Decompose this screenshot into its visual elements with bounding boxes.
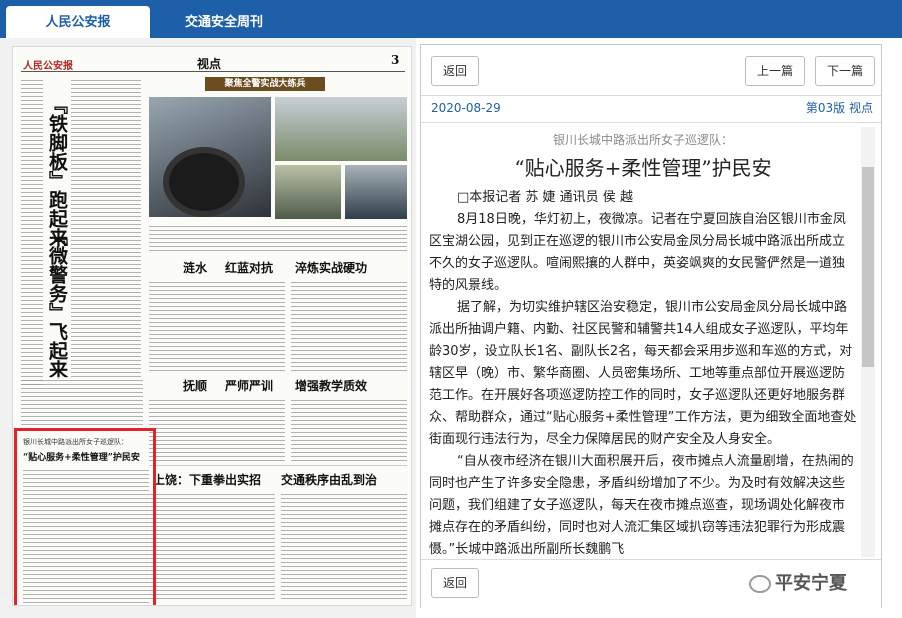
scrollbar-thumb[interactable] bbox=[862, 167, 874, 367]
box-headline: “贴心服务+柔性管理”护民安 bbox=[23, 453, 140, 463]
newspaper-masthead: 人民公安报 bbox=[23, 61, 73, 72]
side-article-text[interactable] bbox=[71, 77, 141, 377]
box-article-text bbox=[23, 467, 149, 605]
newspaper-page[interactable]: 人民公安报 视点 3 『铁脚板』跑起来 『微警务』飞起来 聚焦全警实战大练兵 涟… bbox=[12, 46, 412, 606]
wechat-icon bbox=[749, 575, 771, 593]
box-kicker: 银川长城中路派出所女子巡逻队： bbox=[23, 438, 128, 446]
row-3-rule bbox=[149, 465, 407, 466]
top-tab-bar: 人民公安报 交通安全周刊 bbox=[0, 0, 902, 38]
headline-2-part-1[interactable]: 严师严训 bbox=[225, 377, 273, 394]
headline-3-right[interactable]: 交通秩序由乱到治 bbox=[281, 471, 377, 488]
watermark-text: 平安宁夏 bbox=[775, 573, 847, 594]
side-headline-1[interactable]: 『铁脚板』跑起来 bbox=[45, 95, 68, 247]
tire-shape bbox=[163, 147, 245, 217]
banner-title: 聚焦全警实战大练兵 bbox=[224, 79, 306, 89]
headline-1-place[interactable]: 涟水 bbox=[183, 259, 207, 276]
article-paragraph-3: “自从夜市经济在银川大面积展开后，夜市摊点人流量剧增，在热闹的同时也产生了许多安… bbox=[429, 454, 854, 555]
banner-strip: 聚焦全警实战大练兵 bbox=[205, 77, 325, 91]
side-headline-2[interactable]: 『微警务』飞起来 bbox=[45, 227, 68, 379]
watermark: 平安宁夏 bbox=[749, 570, 873, 598]
article-kicker: 银川长城中路派出所女子巡逻队： bbox=[552, 133, 733, 147]
newspaper-section-title: 视点 bbox=[197, 57, 222, 71]
training-photo-team[interactable] bbox=[345, 165, 407, 219]
newspaper-page-number: 3 bbox=[391, 53, 400, 67]
article-body: 银川长城中路派出所女子巡逻队： “贴心服务+柔性管理”护民安 □本报记者 苏 婕… bbox=[429, 127, 857, 555]
back-button[interactable]: 返回 bbox=[431, 56, 480, 86]
left-column-text[interactable] bbox=[21, 77, 43, 387]
newspaper-panel: 人民公安报 视点 3 『铁脚板』跑起来 『微警务』飞起来 聚焦全警实战大练兵 涟… bbox=[0, 38, 416, 618]
selected-article-highlight[interactable]: 银川长城中路派出所女子巡逻队： “贴心服务+柔性管理”护民安 bbox=[14, 428, 156, 605]
bottom-nav-bar: 返回 平安宁夏 bbox=[421, 559, 881, 608]
date-bar: 2020-08-29 第03版 视点 bbox=[421, 95, 881, 123]
article-1-text-b[interactable] bbox=[291, 279, 407, 371]
article-paragraph-1: 8月18日晚，华灯初上，夜微凉。记者在宁夏回族自治区银川市金凤区宝湖公园，见到正… bbox=[429, 212, 846, 293]
training-photo-tire[interactable] bbox=[149, 97, 271, 217]
photo-caption-text[interactable] bbox=[149, 223, 407, 253]
article-1-text[interactable] bbox=[149, 279, 285, 371]
article-date: 2020-08-29 bbox=[431, 101, 501, 115]
bottom-back-button[interactable]: 返回 bbox=[431, 568, 480, 598]
headline-1-part-2[interactable]: 淬炼实战硬功 bbox=[295, 259, 367, 276]
article-reader-panel: 返回 上一篇 下一篇 2020-08-29 第03版 视点 银川长城中路派出所女… bbox=[420, 44, 882, 608]
article-2-text-b[interactable] bbox=[291, 397, 407, 461]
headline-2-part-2[interactable]: 增强教学质效 bbox=[295, 377, 367, 394]
headline-3-left[interactable]: 上饶：下重拳出实招 bbox=[153, 471, 261, 488]
article-paragraph-2: 据了解，为切实维护辖区治安稳定，银川市公安局金凤分局长城中路派出所抽调户籍、内勤… bbox=[429, 300, 857, 447]
headline-2-place[interactable]: 抚顺 bbox=[183, 377, 207, 394]
training-photo-formation[interactable] bbox=[275, 97, 407, 161]
article-title: “贴心服务+柔性管理”护民安 bbox=[514, 156, 772, 180]
article-3-text-b[interactable] bbox=[281, 491, 407, 601]
next-article-button[interactable]: 下一篇 bbox=[815, 56, 876, 86]
headline-1-part-1[interactable]: 红蓝对抗 bbox=[225, 259, 273, 276]
masthead-rule bbox=[21, 71, 405, 72]
article-2-text[interactable] bbox=[149, 397, 285, 461]
article-byline: □本报记者 苏 婕 通讯员 侯 越 bbox=[457, 190, 633, 205]
training-photo-drill[interactable] bbox=[275, 165, 341, 219]
side-article-text-2[interactable] bbox=[21, 377, 143, 427]
tab-renmin-gongan-bao[interactable]: 人民公安报 bbox=[6, 6, 150, 38]
page-info[interactable]: 第03版 视点 bbox=[806, 96, 873, 121]
article-scrollbar[interactable] bbox=[861, 127, 875, 557]
tab-jiaotong-anquan-zhoukan[interactable]: 交通安全周刊 bbox=[152, 6, 296, 38]
prev-article-button[interactable]: 上一篇 bbox=[745, 56, 806, 86]
article-3-text[interactable] bbox=[149, 491, 275, 601]
